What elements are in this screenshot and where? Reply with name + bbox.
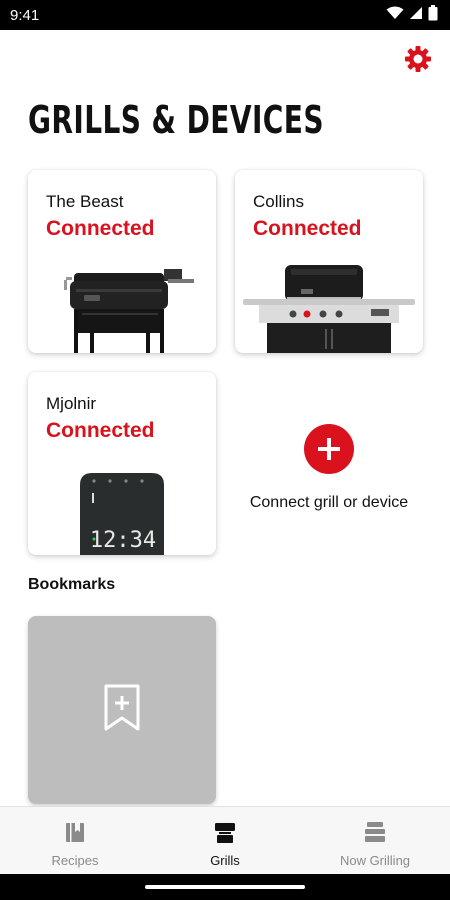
status-bar: 9:41 (0, 0, 450, 30)
add-bookmark-tile[interactable] (28, 616, 216, 804)
book-icon (64, 819, 86, 845)
device-status: Connected (46, 419, 155, 442)
settings-button[interactable] (401, 44, 435, 78)
bookmarks-heading: Bookmarks (28, 576, 116, 593)
connect-device-label: Connect grill or device (249, 494, 409, 511)
nav-recipes[interactable]: Recipes (0, 807, 150, 874)
nav-label: Recipes (51, 853, 99, 868)
signal-icon (409, 6, 423, 25)
home-handle[interactable] (145, 885, 305, 889)
gear-icon (403, 44, 433, 79)
device-card-collins[interactable]: Collins Connected (235, 170, 423, 353)
nav-label: Grills (210, 853, 240, 868)
gas-grill-image (243, 265, 415, 353)
pellet-grill-image (64, 269, 194, 353)
device-name: The Beast (46, 192, 124, 211)
device-card-the-beast[interactable]: The Beast Connected (28, 170, 216, 353)
nav-now-grilling[interactable]: Now Grilling (300, 807, 450, 874)
status-icons (386, 4, 438, 26)
bottom-nav: Recipes Grills Now Grilling (0, 806, 450, 874)
nav-grills[interactable]: Grills (150, 807, 300, 874)
plus-icon (304, 424, 354, 474)
thermometer-hub-image: 12:34 (80, 473, 164, 555)
nav-label: Now Grilling (339, 853, 411, 868)
device-card-mjolnir[interactable]: Mjolnir Connected 12:34 (28, 372, 216, 555)
status-time: 9:41 (10, 6, 40, 24)
layers-icon (363, 819, 387, 845)
device-status: Connected (46, 217, 155, 240)
battery-icon (428, 4, 438, 26)
connect-device-button[interactable]: Connect grill or device (235, 372, 423, 555)
bookmark-add-icon (103, 684, 141, 737)
grill-icon (213, 819, 237, 845)
device-name: Collins (253, 192, 305, 211)
system-gesture-bar (0, 874, 450, 900)
wifi-icon (386, 6, 404, 25)
hub-display-text: 12:34 (90, 528, 156, 553)
page-title: GRILLS & DEVICES (28, 98, 324, 142)
device-name: Mjolnir (46, 394, 97, 413)
device-status: Connected (253, 217, 362, 240)
